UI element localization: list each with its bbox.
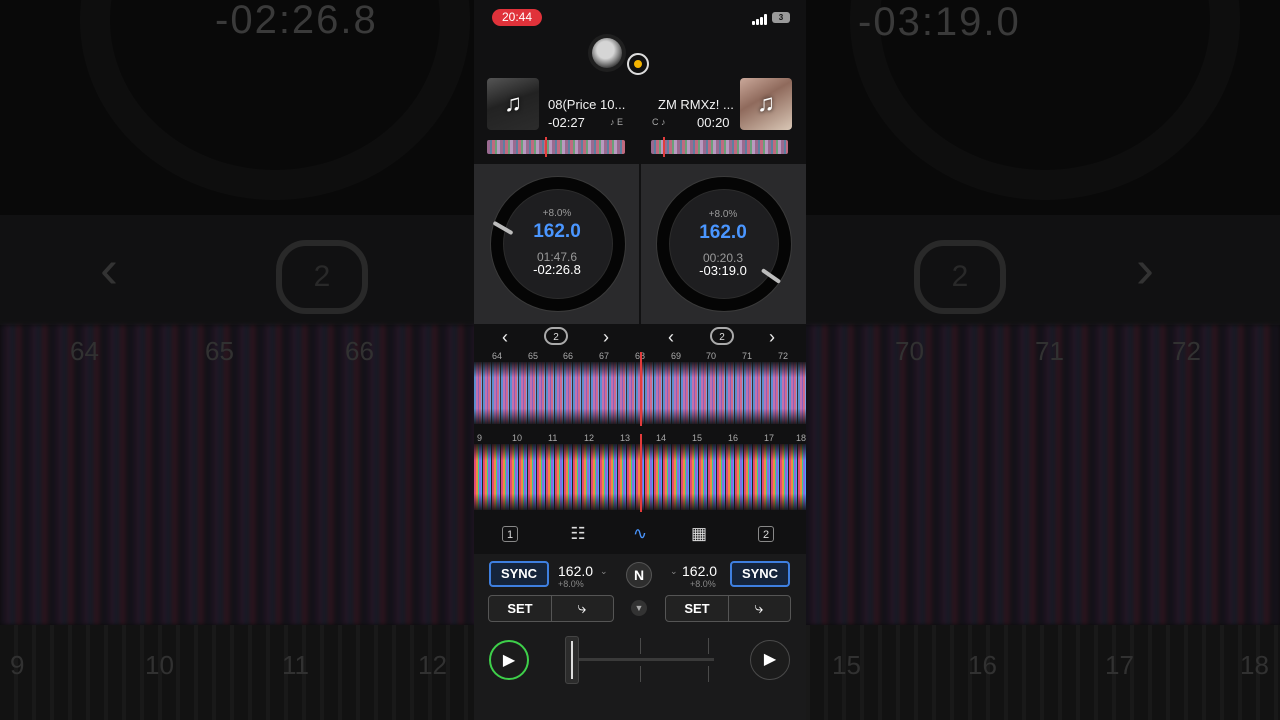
beatjump-row: ‹ 2 › ‹ 2 › [474, 326, 806, 348]
crossfader-track[interactable] [574, 658, 714, 661]
deck-b-overview-playhead [663, 137, 665, 157]
deck-a-jog-wheel[interactable] [490, 176, 626, 312]
deck-a-remaining: -02:27 [548, 115, 585, 130]
deck-2-indicator[interactable]: 2 [758, 526, 774, 542]
beat-number: 16 [728, 433, 739, 443]
beat-number: 17 [764, 433, 775, 443]
beat-number: 11 [548, 433, 558, 443]
beat-number: 66 [563, 351, 574, 361]
deck-b-tempo[interactable]: 162.0 [682, 563, 717, 579]
record-button[interactable] [627, 53, 649, 75]
status-bar: 20:44 3 [474, 0, 806, 34]
deck-b-tempo-chevron-down-icon[interactable]: ⌄ [670, 566, 678, 577]
beat-number: 67 [599, 351, 610, 361]
deck-a-play-button[interactable]: ▶ [489, 640, 529, 680]
beat-number: 9 [477, 433, 483, 443]
deck-a-overview-playhead [545, 137, 547, 157]
beat-number: 64 [492, 351, 503, 361]
pads-grid-icon[interactable]: ▦ [689, 524, 709, 544]
crossfader-tick [708, 638, 709, 654]
deck-a-cue-controls: SET ⤷ [488, 595, 614, 622]
beat-number: 72 [778, 351, 789, 361]
deck-b-jump-forward-chevron-right-icon[interactable]: › [763, 326, 781, 348]
deck-b-loop-button[interactable]: 2 [710, 327, 734, 345]
deck-a-loop-button[interactable]: 2 [544, 327, 568, 345]
deck-b-overview-waveform[interactable] [651, 137, 788, 157]
deck-a-bpm: 162.0 [533, 221, 581, 242]
battery-icon: 3 [772, 12, 790, 23]
deck-a-artwork[interactable]: ♫ [487, 78, 539, 130]
deck-b-flags: C ♪ [652, 117, 666, 127]
beat-number: 70 [706, 351, 717, 361]
deck-a-remaining-long: -02:26.8 [533, 262, 581, 277]
music-note-icon: ♫ [757, 90, 775, 117]
beat-number: 65 [528, 351, 539, 361]
deck-b-sync-button[interactable]: SYNC [730, 561, 790, 587]
status-time: 20:44 [492, 9, 542, 26]
deck-b-pitch: +8.0% [708, 209, 738, 220]
beat-number: 13 [620, 433, 631, 443]
deck-a-playhead [640, 352, 642, 426]
deck-a-tempo[interactable]: 162.0 [558, 563, 593, 579]
deck-b-elapsed: 00:20 [697, 115, 730, 130]
deck-b-title[interactable]: ZM RMXz! ... [658, 97, 734, 112]
mixer-icon[interactable]: ☷ [568, 524, 588, 544]
deck-b-jog-center [669, 189, 779, 299]
deck-b-remaining-long: -03:19.0 [699, 263, 747, 278]
deck-a-jump-back-chevron-left-icon[interactable]: ‹ [496, 326, 514, 348]
deck-a-flags: ♪ E [610, 117, 624, 127]
deck-b-tempo-pitch: +8.0% [690, 579, 716, 589]
beat-number: 12 [584, 433, 595, 443]
music-note-icon: ♫ [504, 90, 522, 117]
deck-b-jump-back-chevron-left-icon[interactable]: ‹ [662, 326, 680, 348]
deck-a-overview-waveform[interactable] [487, 137, 625, 157]
deck-b-cue-controls: SET ⤷ [665, 595, 791, 622]
master-knob[interactable] [592, 38, 622, 68]
deck-a-jog-center [503, 189, 613, 299]
deck-a-title[interactable]: 08(Price 10... [548, 97, 625, 112]
deck-a-set-button[interactable]: SET [489, 596, 552, 621]
beat-number: 14 [656, 433, 667, 443]
dj-app-screen: 20:44 3 ♫ 08(Price 10... -02:27 ♪ E ZM R… [474, 0, 806, 720]
deck-b-playhead [640, 434, 642, 512]
beat-number: 69 [671, 351, 682, 361]
beat-number: 10 [512, 433, 523, 443]
waveform-view-icon[interactable]: ∿ [630, 524, 650, 544]
expand-chevron-down-icon[interactable]: ▼ [631, 600, 647, 616]
master-n-button[interactable]: N [626, 562, 652, 588]
view-tabs: 1 ☷ ∿ ▦ 2 [474, 520, 806, 548]
deck-b-cue-jump-icon[interactable]: ⤷ [728, 596, 790, 621]
crossfader-handle[interactable] [565, 636, 579, 684]
deck-a-tempo-pitch: +8.0% [558, 579, 584, 589]
crossfader-tick [640, 638, 641, 654]
cellular-signal-icon [752, 14, 768, 25]
crossfader-tick [708, 666, 709, 682]
deck-b-play-button[interactable]: ▶ [750, 640, 790, 680]
deck-a-pitch: +8.0% [542, 208, 572, 219]
deck-a-cue-jump-icon[interactable]: ⤷ [551, 596, 613, 621]
deck-a-tempo-chevron-down-icon[interactable]: ⌄ [600, 566, 608, 577]
deck-b-set-button[interactable]: SET [666, 596, 729, 621]
deck-b-bpm: 162.0 [699, 222, 747, 243]
deck-b-jog-wheel[interactable] [656, 176, 792, 312]
beat-number: 71 [742, 351, 753, 361]
deck-a-jump-forward-chevron-right-icon[interactable]: › [597, 326, 615, 348]
beat-number: 18 [796, 433, 806, 443]
deck-1-indicator[interactable]: 1 [502, 526, 518, 542]
beat-number: 15 [692, 433, 703, 443]
crossfader-tick [640, 666, 641, 682]
deck-b-artwork[interactable]: ♫ [740, 78, 792, 130]
deck-a-sync-button[interactable]: SYNC [489, 561, 549, 587]
